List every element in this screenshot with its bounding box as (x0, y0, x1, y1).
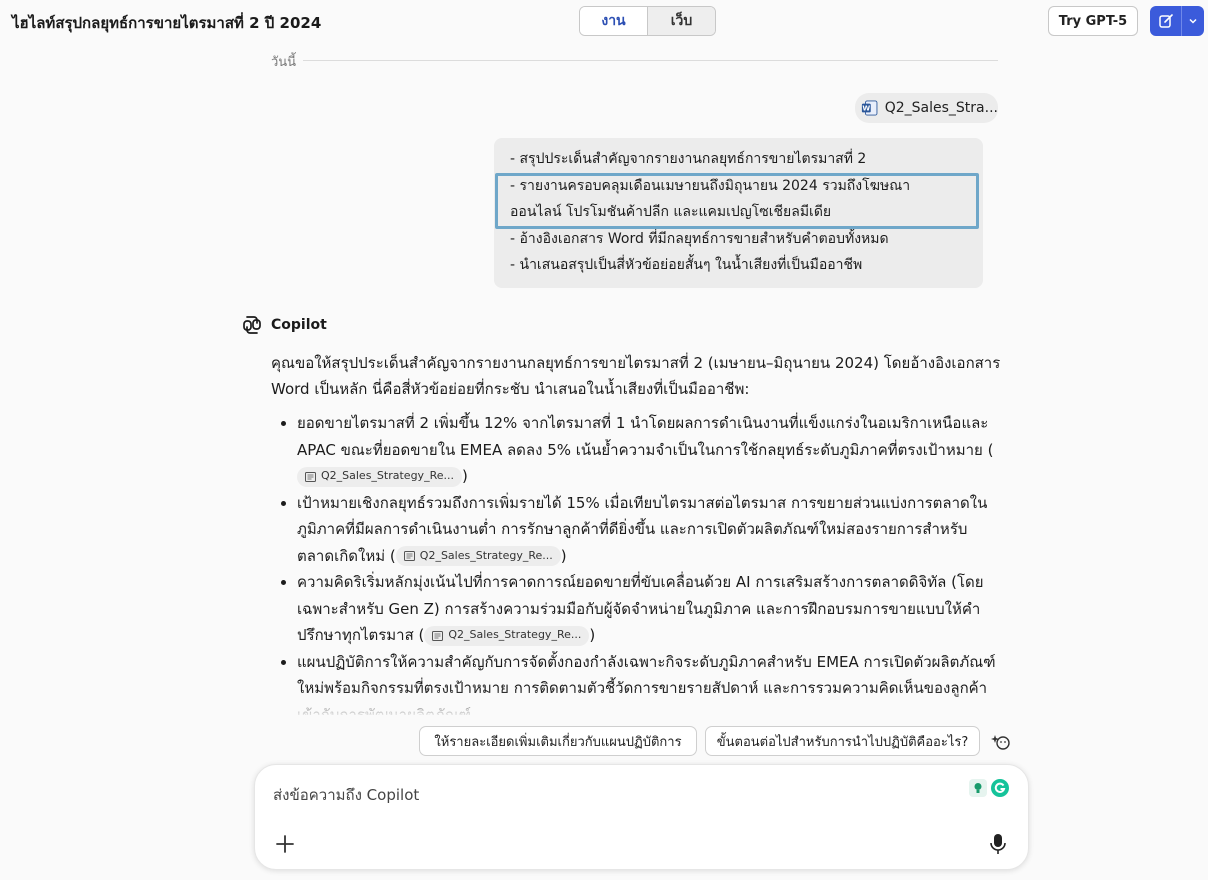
document-icon (305, 471, 316, 482)
word-document-icon: W (861, 100, 878, 116)
citation-label: Q2_Sales_Strategy_Re... (419, 548, 553, 562)
assistant-message: คุณขอให้สรุปประเด็นสำคัญจากรายงานกลยุทธ์… (271, 350, 1001, 715)
new-chat-dropdown[interactable] (1181, 6, 1204, 36)
assistant-intro: คุณขอให้สรุปประเด็นสำคัญจากรายงานกลยุทธ์… (271, 354, 1001, 398)
compose-icon (1158, 14, 1173, 28)
user-message-line: - สรุปประเด็นสำคัญจากรายงานกลยุทธ์การขาย… (510, 151, 867, 167)
attachment-name: Q2_Sales_Stra... (884, 100, 998, 116)
bullet-list: ยอดขายไตรมาสที่ 2 เพิ่มขึ้น 12% จากไตรมา… (271, 410, 1001, 715)
document-icon (403, 551, 415, 561)
extension-icons (969, 779, 1009, 797)
microphone-icon[interactable] (988, 833, 1008, 855)
tab-work[interactable]: งาน (580, 7, 647, 35)
selection-highlight (495, 173, 979, 229)
mode-toggle[interactable]: งาน เว็บ (579, 6, 716, 36)
citation-chip[interactable]: Q2_Sales_Strategy_Re... (297, 466, 462, 487)
grammarly-icon[interactable] (991, 779, 1009, 797)
citation-chip[interactable]: Q2_Sales_Strategy_Re... (424, 625, 590, 646)
add-attachment-icon[interactable] (273, 832, 297, 856)
citation-label: Q2_Sales_Strategy_Re... (448, 628, 582, 642)
suggestion-chip[interactable]: ขั้นตอนต่อไปสำหรับการนำไปปฏิบัติคืออะไร? (705, 726, 980, 756)
attachment-chip[interactable]: W Q2_Sales_Stra... (855, 93, 998, 123)
list-item: เป้าหมายเชิงกลยุทธ์รวมถึงการเพิ่มรายได้ … (297, 490, 1001, 570)
suggestion-chip[interactable]: ให้รายละเอียดเพิ่มเติมเกี่ยวกับแผนปฏิบัต… (419, 726, 697, 756)
sparkle-refresh-icon (991, 735, 1010, 750)
bullet-text: ยอดขายไตรมาสที่ 2 เพิ่มขึ้น 12% จากไตรมา… (297, 414, 989, 459)
scroll-fade (240, 690, 1020, 718)
assistant-header: Copilot (241, 313, 327, 337)
bullet-text: ความคิดริเริ่มหลักมุ่งเน้นไปที่การคาดการ… (297, 573, 984, 644)
copilot-logo-icon (243, 316, 261, 334)
list-item: ยอดขายไตรมาสที่ 2 เพิ่มขึ้น 12% จากไตรมา… (297, 410, 1001, 490)
list-item: ความคิดริเริ่มหลักมุ่งเน้นไปที่การคาดการ… (297, 569, 1001, 649)
svg-text:W: W (862, 104, 870, 113)
date-divider: วันนี้ (271, 49, 998, 70)
lightbulb-icon[interactable] (969, 779, 987, 797)
try-gpt5-button[interactable]: Try GPT-5 (1048, 6, 1138, 36)
citation-chip[interactable]: Q2_Sales_Strategy_Re... (395, 546, 561, 566)
new-chat-button[interactable] (1150, 6, 1181, 36)
user-message-line: - อ้างอิงเอกสาร Word ที่มีกลยุทธ์การขายส… (510, 231, 889, 247)
citation-label: Q2_Sales_Strategy_Re... (321, 469, 454, 483)
new-chat-button-group[interactable] (1150, 6, 1204, 36)
assistant-name: Copilot (271, 317, 327, 333)
tab-web[interactable]: เว็บ (647, 7, 715, 35)
user-message-line: - นำเสนอสรุปเป็นสี่หัวข้อย่อยสั้นๆ ในน้ำ… (510, 257, 863, 273)
message-input[interactable]: ส่งข้อความถึง Copilot (273, 783, 419, 807)
date-label: วันนี้ (271, 55, 297, 70)
chevron-down-icon (1189, 18, 1197, 24)
more-suggestions-button[interactable] (991, 731, 1013, 753)
document-icon (432, 630, 444, 641)
divider-line (303, 60, 998, 61)
message-composer[interactable]: ส่งข้อความถึง Copilot (254, 764, 1029, 870)
top-bar: ไฮไลท์สรุปกลยุทธ์การขายไตรมาสที่ 2 ปี 20… (0, 0, 1208, 44)
page-title: ไฮไลท์สรุปกลยุทธ์การขายไตรมาสที่ 2 ปี 20… (12, 14, 322, 32)
